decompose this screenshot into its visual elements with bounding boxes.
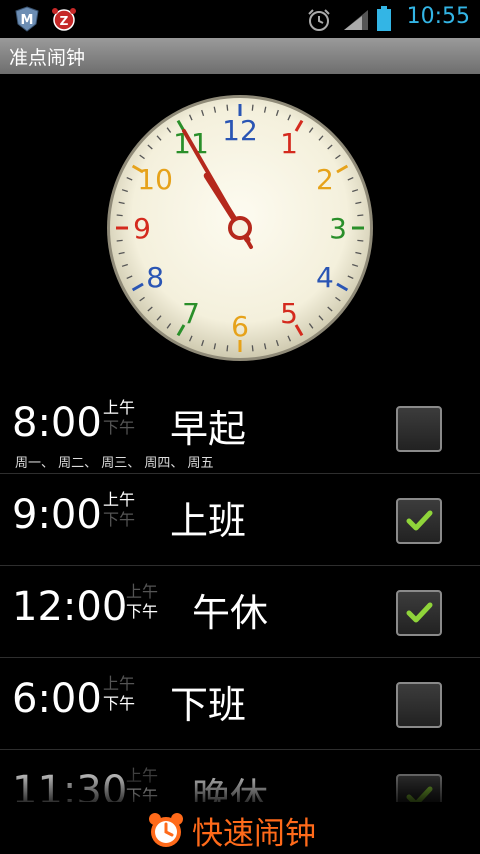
quick-alarm-button[interactable]: 快速闹钟 bbox=[146, 806, 316, 854]
alarm-app-icon: Z bbox=[52, 8, 76, 31]
alarm-row[interactable]: 8:00 上午 下午 早起 周一、 周二、 周三、 周四、 周五 bbox=[0, 382, 480, 474]
alarm-enabled-checkbox[interactable] bbox=[396, 406, 442, 452]
clock-number: 8 bbox=[146, 261, 164, 294]
minute-tick bbox=[226, 104, 229, 111]
clock-face: 121234567891011 bbox=[107, 95, 373, 361]
status-bar: M Z 10:55 bbox=[0, 0, 480, 38]
clock-number: 1 bbox=[280, 127, 298, 160]
check-icon bbox=[406, 602, 433, 623]
alarm-enabled-checkbox[interactable] bbox=[396, 590, 442, 636]
quick-alarm-label: 快速闹钟 bbox=[192, 815, 316, 852]
clock-number: 3 bbox=[329, 212, 347, 245]
am-pm-indicator: 上午 下午 bbox=[126, 766, 166, 802]
pm-label: 下午 bbox=[103, 694, 136, 713]
clock-number: 10 bbox=[137, 163, 173, 196]
minute-tick bbox=[251, 104, 254, 111]
page-title: 准点闹钟 bbox=[9, 47, 86, 69]
alarm-time: 12:00 bbox=[12, 584, 128, 630]
alarm-row[interactable]: 11:30 上午 下午 晚休 bbox=[0, 750, 480, 802]
alarm-repeat-days: 周一、 周二、 周三、 周四、 周五 bbox=[15, 456, 214, 471]
am-label: 上午 bbox=[103, 674, 136, 693]
am-pm-indicator: 上午 下午 bbox=[103, 674, 143, 714]
clock-number: 4 bbox=[316, 261, 334, 294]
alarm-row[interactable]: 6:00 上午 下午 下班 bbox=[0, 658, 480, 750]
battery-icon bbox=[377, 6, 391, 31]
pm-label: 下午 bbox=[103, 510, 136, 529]
clock-number: 9 bbox=[133, 212, 151, 245]
pm-label: 下午 bbox=[103, 418, 136, 437]
alarm-time: 9:00 bbox=[12, 492, 102, 538]
alarm-time: 11:30 bbox=[12, 768, 128, 802]
alarm-row[interactable]: 9:00 上午 下午 上班 bbox=[0, 474, 480, 566]
analog-clock: 121234567891011 bbox=[104, 92, 376, 364]
alarm-list: 8:00 上午 下午 早起 周一、 周二、 周三、 周四、 周五 9:00 上午 下午 上班 12… bbox=[0, 382, 480, 802]
shield-m-icon: M bbox=[15, 6, 39, 32]
clock-number: 2 bbox=[316, 163, 334, 196]
svg-text:M: M bbox=[21, 13, 34, 28]
alarm-row[interactable]: 12:00 上午 下午 午休 bbox=[0, 566, 480, 658]
am-pm-indicator: 上午 下午 bbox=[103, 490, 143, 530]
minute-tick bbox=[251, 345, 254, 352]
title-bar: 准点闹钟 bbox=[0, 38, 480, 74]
minute-tick bbox=[357, 214, 364, 217]
check-icon bbox=[406, 510, 433, 531]
am-label: 上午 bbox=[126, 582, 159, 601]
minute-tick bbox=[116, 214, 123, 217]
clock-number: 7 bbox=[182, 297, 200, 330]
alarm-time: 8:00 bbox=[12, 400, 102, 446]
alarm-label: 晚休 bbox=[192, 775, 269, 802]
am-label: 上午 bbox=[103, 490, 136, 509]
alarm-label: 下班 bbox=[170, 683, 247, 727]
am-label: 上午 bbox=[126, 766, 159, 785]
pm-label: 下午 bbox=[126, 786, 159, 802]
am-pm-indicator: 上午 下午 bbox=[103, 398, 143, 438]
alarm-clock-icon bbox=[308, 9, 330, 31]
alarm-clock-icon bbox=[149, 813, 183, 847]
alarm-enabled-checkbox[interactable] bbox=[396, 682, 442, 728]
clock-number: 6 bbox=[231, 310, 249, 343]
status-time: 10:55 bbox=[406, 4, 470, 29]
alarm-enabled-checkbox[interactable] bbox=[396, 498, 442, 544]
clock-center-hub bbox=[228, 216, 252, 240]
alarm-enabled-checkbox[interactable] bbox=[396, 774, 442, 802]
pm-label: 下午 bbox=[126, 602, 159, 621]
minute-tick bbox=[357, 239, 364, 242]
am-label: 上午 bbox=[103, 398, 136, 417]
signal-icon bbox=[344, 10, 368, 30]
clock-number: 12 bbox=[222, 114, 258, 147]
svg-text:Z: Z bbox=[60, 14, 69, 28]
minute-tick bbox=[226, 345, 229, 352]
minute-tick bbox=[116, 239, 123, 242]
am-pm-indicator: 上午 下午 bbox=[126, 582, 166, 622]
alarm-time: 6:00 bbox=[12, 676, 102, 722]
check-icon bbox=[406, 786, 433, 802]
clock-number: 5 bbox=[280, 297, 298, 330]
alarm-label: 午休 bbox=[192, 591, 269, 635]
alarm-label: 上班 bbox=[170, 499, 247, 543]
alarm-label: 早起 bbox=[170, 407, 247, 451]
